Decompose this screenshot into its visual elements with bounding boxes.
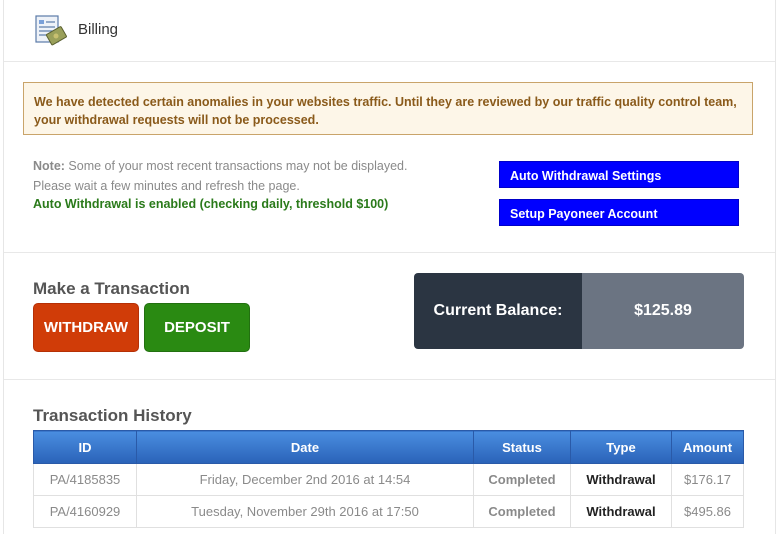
cell-amount: $495.86 bbox=[671, 495, 744, 528]
note-line-2: Please wait a few minutes and refresh th… bbox=[33, 179, 300, 193]
billing-panel: Billing We have detected certain anomali… bbox=[3, 0, 776, 534]
auto-withdrawal-settings-button[interactable]: Auto Withdrawal Settings bbox=[499, 161, 739, 188]
cell-type: Withdrawal bbox=[570, 495, 672, 528]
table-header-row: ID Date Status Type Amount bbox=[33, 430, 744, 464]
column-header-status[interactable]: Status bbox=[473, 430, 571, 464]
current-balance-box: Current Balance: $125.89 bbox=[414, 273, 744, 349]
cell-date: Friday, December 2nd 2016 at 14:54 bbox=[136, 463, 474, 496]
transactions-note: Note: Some of your most recent transacti… bbox=[33, 156, 407, 196]
billing-icon bbox=[35, 15, 67, 46]
column-header-id[interactable]: ID bbox=[33, 430, 137, 464]
column-header-type[interactable]: Type bbox=[570, 430, 672, 464]
transaction-history-table: ID Date Status Type Amount PA/4185835 Fr… bbox=[33, 430, 744, 528]
balance-label: Current Balance: bbox=[414, 273, 582, 349]
table-row[interactable]: PA/4160929 Tuesday, November 29th 2016 a… bbox=[33, 495, 744, 528]
cell-status: Completed bbox=[473, 463, 571, 496]
make-transaction-title: Make a Transaction bbox=[33, 279, 190, 298]
note-line-1: Some of your most recent transactions ma… bbox=[64, 159, 408, 173]
setup-payoneer-button[interactable]: Setup Payoneer Account bbox=[499, 199, 739, 226]
cell-date: Tuesday, November 29th 2016 at 17:50 bbox=[136, 495, 474, 528]
column-header-date[interactable]: Date bbox=[136, 430, 474, 464]
cell-id: PA/4185835 bbox=[33, 463, 137, 496]
cell-amount: $176.17 bbox=[671, 463, 744, 496]
traffic-warning-alert: We have detected certain anomalies in yo… bbox=[23, 82, 753, 135]
cell-status: Completed bbox=[473, 495, 571, 528]
page-title: Billing bbox=[78, 21, 119, 38]
column-header-amount[interactable]: Amount bbox=[671, 430, 744, 464]
cell-id: PA/4160929 bbox=[33, 495, 137, 528]
deposit-button[interactable]: DEPOSIT bbox=[144, 303, 250, 352]
note-label: Note: bbox=[33, 159, 65, 173]
divider bbox=[4, 252, 775, 253]
auto-withdrawal-status: Auto Withdrawal is enabled (checking dai… bbox=[33, 197, 389, 211]
balance-value: $125.89 bbox=[582, 273, 744, 349]
cell-type: Withdrawal bbox=[570, 463, 672, 496]
divider bbox=[4, 379, 775, 380]
withdraw-button[interactable]: WITHDRAW bbox=[33, 303, 139, 352]
transaction-history-title: Transaction History bbox=[33, 406, 192, 425]
panel-header: Billing bbox=[4, 0, 775, 62]
table-row[interactable]: PA/4185835 Friday, December 2nd 2016 at … bbox=[33, 463, 744, 496]
